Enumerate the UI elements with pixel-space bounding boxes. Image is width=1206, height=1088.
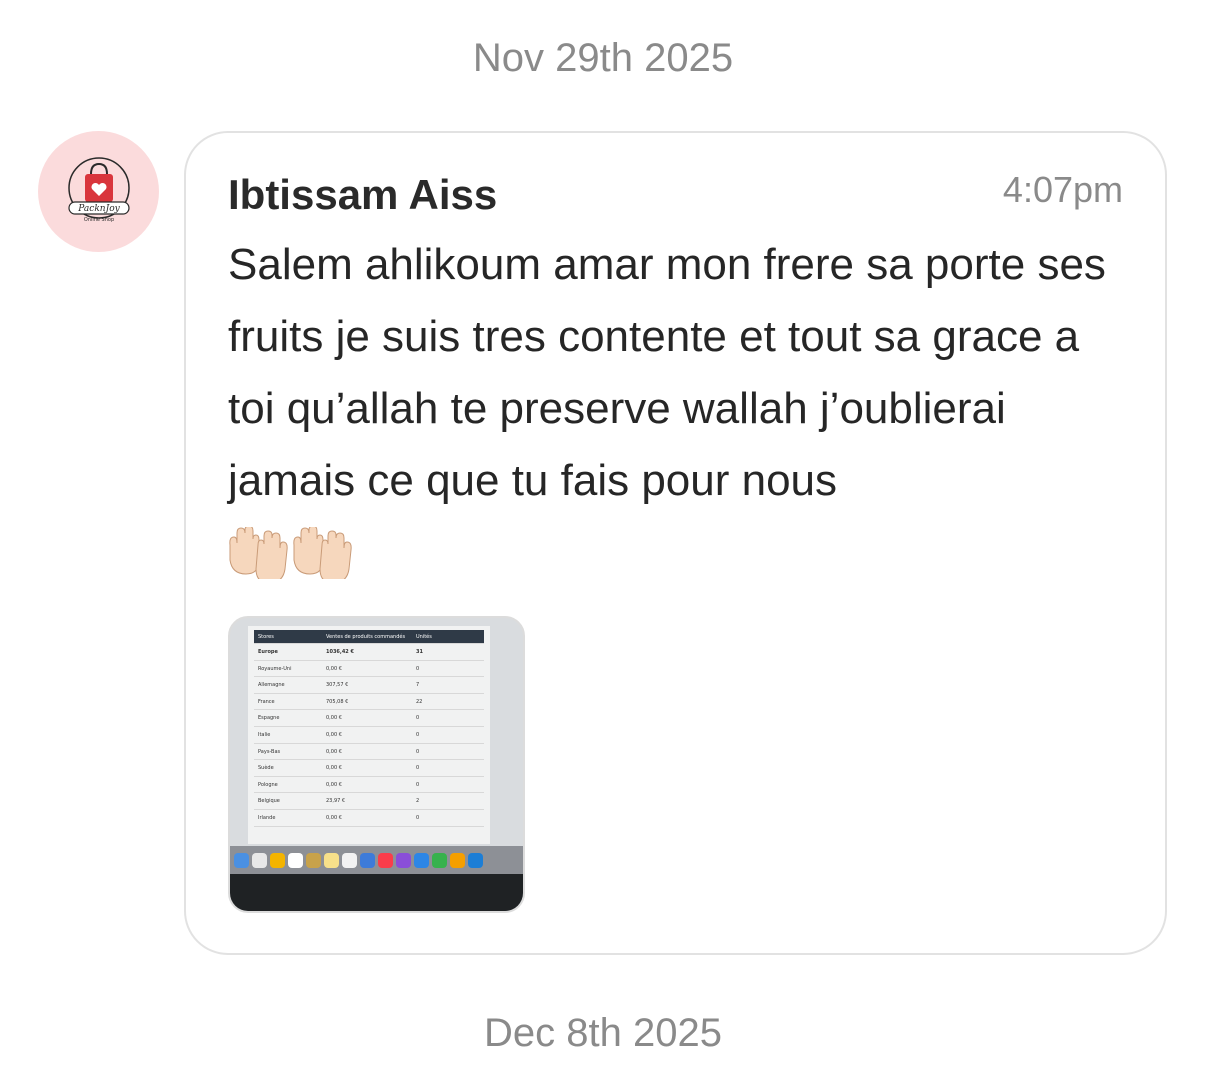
table-header: Stores Ventes de produits commandés Unit… xyxy=(254,630,484,644)
message-text: Salem ahlikoum amar mon frere sa porte s… xyxy=(228,240,1106,505)
image-attachment[interactable]: Stores Ventes de produits commandés Unit… xyxy=(228,616,525,913)
table-cell: 0,00 € xyxy=(326,765,342,772)
app-icon xyxy=(324,852,339,868)
app-icon xyxy=(360,852,375,868)
palms-up-together-icon xyxy=(293,527,352,579)
date-separator: Dec 8th 2025 xyxy=(484,1011,722,1055)
svg-text:PacknJoy: PacknJoy xyxy=(77,204,120,214)
table-cell: 0,00 € xyxy=(326,665,342,672)
table-cell: 0,00 € xyxy=(326,715,342,722)
svg-text:Online Shop: Online Shop xyxy=(83,217,113,223)
table-cell: 0,00 € xyxy=(326,748,342,755)
header-cell: Unités xyxy=(416,634,432,640)
table-cell: 705,08 € xyxy=(326,698,349,705)
app-icon xyxy=(306,852,321,868)
table-cell: 0,00 € xyxy=(326,814,342,821)
message-time: 4:07pm xyxy=(1002,169,1123,210)
table-cell: 0 xyxy=(416,781,420,788)
table-cell: 1036,42 € xyxy=(326,649,354,655)
table-cell: Irlande xyxy=(258,814,276,821)
table-cell: France xyxy=(258,698,275,705)
app-icon xyxy=(270,852,285,868)
table-cell: Royaume-Uni xyxy=(258,665,292,672)
app-icon xyxy=(378,852,393,868)
message-bubble[interactable]: Ibtissam Aiss 4:07pm Salem ahlikoum amar… xyxy=(184,131,1167,955)
table-cell: Espagne xyxy=(258,715,280,722)
sales-table: Stores Ventes de produits commandés Unit… xyxy=(254,630,484,827)
table-cell: 2 xyxy=(416,798,420,805)
app-icon xyxy=(342,852,357,868)
table-cell: Pologne xyxy=(258,781,278,788)
table-cell: 0 xyxy=(416,731,420,738)
dock xyxy=(230,846,523,874)
app-icon xyxy=(450,852,465,868)
table-cell: Europe xyxy=(258,649,278,655)
app-icon xyxy=(414,852,429,868)
table-cell: Pays-Bas xyxy=(258,748,281,755)
header-cell: Ventes de produits commandés xyxy=(326,634,406,640)
sender-name[interactable]: Ibtissam Aiss xyxy=(228,171,497,219)
table-row: Royaume-Uni 0,00 € 0 xyxy=(254,661,484,678)
table-row: France 705,08 € 22 xyxy=(254,694,484,711)
table-cell: 23,97 € xyxy=(326,798,346,805)
table-cell: 7 xyxy=(416,682,420,689)
date-separator: Nov 29th 2025 xyxy=(472,36,734,80)
emoji-row xyxy=(226,527,352,579)
app-icon xyxy=(252,852,267,868)
header-cell: Stores xyxy=(258,634,274,640)
table-row: Irlande 0,00 € 0 xyxy=(254,810,484,827)
table-cell: Belgique xyxy=(258,798,280,805)
table-row: Espagne 0,00 € 0 xyxy=(254,710,484,727)
app-icon xyxy=(432,852,447,868)
table-cell: 0 xyxy=(416,814,420,821)
table-cell: 31 xyxy=(416,649,423,655)
app-icon xyxy=(234,852,249,868)
table-row: Italie 0,00 € 0 xyxy=(254,727,484,744)
table-cell: 22 xyxy=(416,698,423,705)
table-cell: 0 xyxy=(416,715,420,722)
table-row: Belgique 23,97 € 2 xyxy=(254,793,484,810)
avatar[interactable]: PacknJoy Online Shop xyxy=(38,131,159,252)
table-cell: 307,57 € xyxy=(326,682,349,689)
app-icon xyxy=(396,852,411,868)
table-cell: 0 xyxy=(416,765,420,772)
table-row: Suède 0,00 € 0 xyxy=(254,760,484,777)
table-cell: 0 xyxy=(416,748,420,755)
laptop-bezel xyxy=(230,874,523,911)
table-cell: Allemagne xyxy=(258,682,285,689)
app-icon xyxy=(288,852,303,868)
table-row: Pays-Bas 0,00 € 0 xyxy=(254,744,484,761)
table-row: Europe 1036,42 € 31 xyxy=(254,644,484,661)
shopping-bag-logo-icon: PacknJoy Online Shop xyxy=(67,156,130,223)
chat-screen: Nov 29th 2025 PacknJoy Online Shop Ibtis… xyxy=(0,0,1206,1088)
table-cell: 0,00 € xyxy=(326,731,342,738)
app-icon xyxy=(468,852,483,868)
table-cell: Suède xyxy=(258,765,274,772)
table-cell: 0 xyxy=(416,665,420,672)
table-row: Allemagne 307,57 € 7 xyxy=(254,677,484,694)
table-cell: Italie xyxy=(258,731,271,738)
table-cell: 0,00 € xyxy=(326,781,342,788)
table-row: Pologne 0,00 € 0 xyxy=(254,777,484,794)
palms-up-together-icon xyxy=(229,527,288,579)
